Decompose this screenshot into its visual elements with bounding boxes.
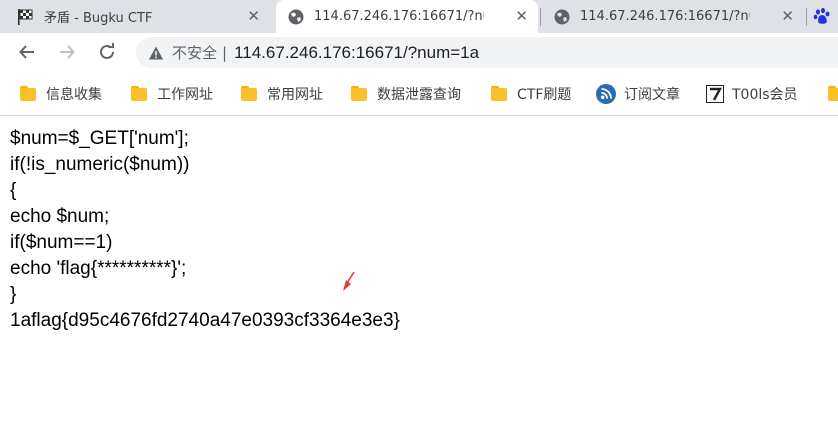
folder-icon xyxy=(241,86,259,102)
baidu-paw-icon[interactable] xyxy=(812,6,832,26)
bookmark-label: CTF刷题 xyxy=(517,87,572,103)
reload-button[interactable] xyxy=(94,39,120,65)
tab-separator xyxy=(806,8,807,26)
tab-url[interactable]: 114.67.246.176:16671/?nu ✕ xyxy=(542,0,804,33)
bookmark-common-sites[interactable]: 常用网址 xyxy=(241,84,323,104)
folder-icon xyxy=(131,86,149,102)
tab-active-url[interactable]: 114.67.246.176:16671/?nu ✕ xyxy=(276,0,538,33)
bookmark-label: 信息收集 xyxy=(46,87,102,103)
flag-output: 1aflag{d95c4676fd2740a47e0393cf3364e3e3} xyxy=(10,310,400,331)
bookmarks-bar: 信息收集 工作网址 常用网址 数据泄露查询 CTF刷题 订阅文章 T00ls会员 xyxy=(0,72,838,116)
close-tab-icon[interactable]: ✕ xyxy=(781,8,794,24)
t00ls-logo-icon xyxy=(706,85,724,103)
tab-strip: 矛盾 - Bugku CTF ✕ 114.67.246.176:16671/?n… xyxy=(0,0,838,33)
tab-separator xyxy=(540,8,541,26)
arrow-right-icon xyxy=(60,45,75,59)
bookmark-label: 数据泄露查询 xyxy=(377,87,461,103)
not-secure-label[interactable]: 不安全 xyxy=(172,42,217,63)
tab-title: 114.67.246.176:16671/?nu xyxy=(580,9,750,24)
bookmark-ctf-practice[interactable]: CTF刷题 xyxy=(491,84,571,104)
arrow-left-icon xyxy=(19,45,34,59)
browser-toolbar: 不安全 | 114.67.246.176:16671/?num=1a xyxy=(0,33,838,72)
folder-icon xyxy=(20,86,38,102)
bookmark-label: 订阅文章 xyxy=(624,87,680,103)
bookmark-label: 常用网址 xyxy=(267,87,323,103)
bookmark-label: T00ls会员 xyxy=(732,87,798,103)
tab-title: 114.67.246.176:16671/?nu xyxy=(314,9,484,24)
back-button[interactable] xyxy=(14,39,40,65)
code-line: $num=$_GET['num']; xyxy=(10,128,189,149)
bookmark-info-gathering[interactable]: 信息收集 xyxy=(20,84,102,104)
close-tab-icon[interactable]: ✕ xyxy=(515,8,528,24)
bookmark-label: 工作网址 xyxy=(157,87,213,103)
code-line: { xyxy=(10,180,17,201)
bookmark-data-leak-query[interactable]: 数据泄露查询 xyxy=(351,84,461,104)
warning-triangle-icon[interactable] xyxy=(148,45,164,61)
code-line: if($num==1) xyxy=(10,232,113,253)
annotation-arrow-icon xyxy=(343,271,355,291)
tab-title: 矛盾 - Bugku CTF xyxy=(44,11,153,26)
tab-bugku[interactable]: 矛盾 - Bugku CTF ✕ xyxy=(4,0,270,33)
globe-icon xyxy=(554,9,570,24)
bookmark-work-sites[interactable]: 工作网址 xyxy=(131,84,213,104)
forward-button[interactable] xyxy=(54,39,80,65)
bookmark-t00ls-member[interactable]: T00ls会员 xyxy=(706,84,798,104)
folder-icon xyxy=(491,86,509,102)
close-tab-icon[interactable]: ✕ xyxy=(247,8,260,24)
page-source-output: $num=$_GET['num']; if(!is_numeric($num))… xyxy=(10,126,400,334)
bookmark-overflow-folder[interactable] xyxy=(828,84,838,104)
code-line: echo $num; xyxy=(10,206,110,227)
rss-icon xyxy=(596,84,616,104)
bookmark-subscribed-articles[interactable]: 订阅文章 xyxy=(596,84,680,104)
url-text[interactable]: 114.67.246.176:16671/?num=1a xyxy=(234,43,479,63)
folder-icon xyxy=(828,86,838,102)
code-line: if(!is_numeric($num)) xyxy=(10,154,190,175)
folder-icon xyxy=(351,86,369,102)
url-separator: | xyxy=(222,43,228,62)
checkered-flag-icon xyxy=(18,8,33,25)
globe-icon xyxy=(288,9,304,24)
address-bar[interactable]: 不安全 | 114.67.246.176:16671/?num=1a xyxy=(136,37,838,68)
reload-icon xyxy=(100,43,114,59)
